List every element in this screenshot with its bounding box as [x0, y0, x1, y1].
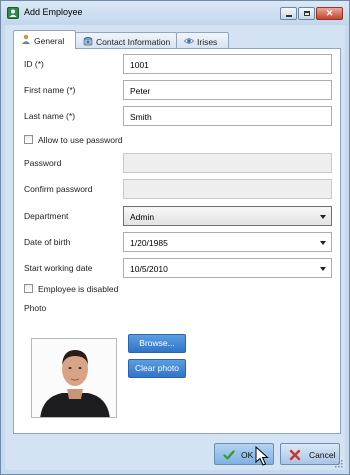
- maximize-button[interactable]: [298, 7, 315, 20]
- department-value: Admin: [130, 212, 155, 222]
- close-button[interactable]: ✕: [316, 7, 343, 20]
- eye-icon: [184, 38, 194, 44]
- last-name-input[interactable]: Smith: [123, 106, 332, 126]
- password-input[interactable]: [123, 153, 332, 173]
- last-name-value: Smith: [130, 112, 152, 122]
- cancel-button[interactable]: Cancel: [280, 443, 340, 465]
- start-working-date-value: 10/5/2010: [130, 264, 168, 274]
- allow-password-checkbox[interactable]: [24, 135, 33, 144]
- employee-disabled-label: Employee is disabled: [38, 284, 119, 294]
- cancel-label: Cancel: [309, 450, 336, 460]
- window-title: Add Employee: [24, 7, 83, 17]
- id-label: ID (*): [24, 59, 44, 69]
- clear-photo-button[interactable]: Clear photo: [128, 359, 186, 378]
- tab-general[interactable]: General: [13, 30, 76, 49]
- last-name-label: Last name (*): [24, 111, 76, 121]
- tab-contact-information[interactable]: Contact Information: [75, 32, 177, 48]
- ok-label: OK: [241, 450, 254, 460]
- mouse-cursor-icon: [255, 446, 269, 466]
- start-working-date-picker[interactable]: 10/5/2010: [123, 258, 332, 278]
- minimize-icon: [286, 15, 292, 17]
- tab-general-label: General: [34, 36, 65, 46]
- first-name-input[interactable]: Peter: [123, 80, 332, 100]
- id-input[interactable]: 1001: [123, 54, 332, 74]
- chevron-down-icon: [320, 241, 326, 245]
- date-of-birth-picker[interactable]: 1/20/1985: [123, 232, 332, 252]
- browse-button[interactable]: Browse...: [128, 334, 186, 353]
- confirm-password-input[interactable]: [123, 179, 332, 199]
- first-name-label: First name (*): [24, 85, 76, 95]
- close-icon: ✕: [325, 8, 334, 18]
- app-icon: [7, 7, 19, 19]
- department-label: Department: [24, 211, 69, 221]
- date-of-birth-label: Date of birth: [24, 237, 71, 247]
- minimize-button[interactable]: [280, 7, 297, 20]
- maximize-icon: [304, 11, 310, 16]
- chevron-down-icon: [320, 215, 326, 219]
- cancel-icon: [289, 449, 301, 461]
- title-bar[interactable]: Add Employee ✕: [1, 1, 349, 25]
- first-name-value: Peter: [130, 86, 151, 96]
- phone-icon: [83, 36, 93, 46]
- password-label: Password: [24, 158, 62, 168]
- tab-irises-label: Irises: [197, 37, 218, 47]
- user-icon: [22, 34, 30, 44]
- person-photo-icon: [32, 339, 116, 417]
- tab-irises[interactable]: Irises: [176, 32, 229, 48]
- checkmark-icon: [223, 450, 235, 460]
- employee-disabled-checkbox[interactable]: [24, 284, 33, 293]
- id-value: 1001: [130, 60, 149, 70]
- resize-grip-icon[interactable]: [335, 460, 343, 468]
- dialog-body: General Contact Information Irises ID (*…: [5, 25, 345, 470]
- date-of-birth-value: 1/20/1985: [130, 238, 168, 248]
- confirm-password-label: Confirm password: [24, 184, 93, 194]
- add-employee-dialog: Add Employee ✕ General Contact Informati…: [0, 0, 350, 475]
- employee-photo: [31, 338, 117, 418]
- allow-password-label: Allow to use password: [38, 135, 123, 145]
- photo-label: Photo: [24, 303, 47, 313]
- department-select[interactable]: Admin: [123, 206, 332, 226]
- start-working-date-label: Start working date: [24, 263, 93, 273]
- chevron-down-icon: [320, 267, 326, 271]
- tab-contact-information-label: Contact Information: [96, 37, 171, 47]
